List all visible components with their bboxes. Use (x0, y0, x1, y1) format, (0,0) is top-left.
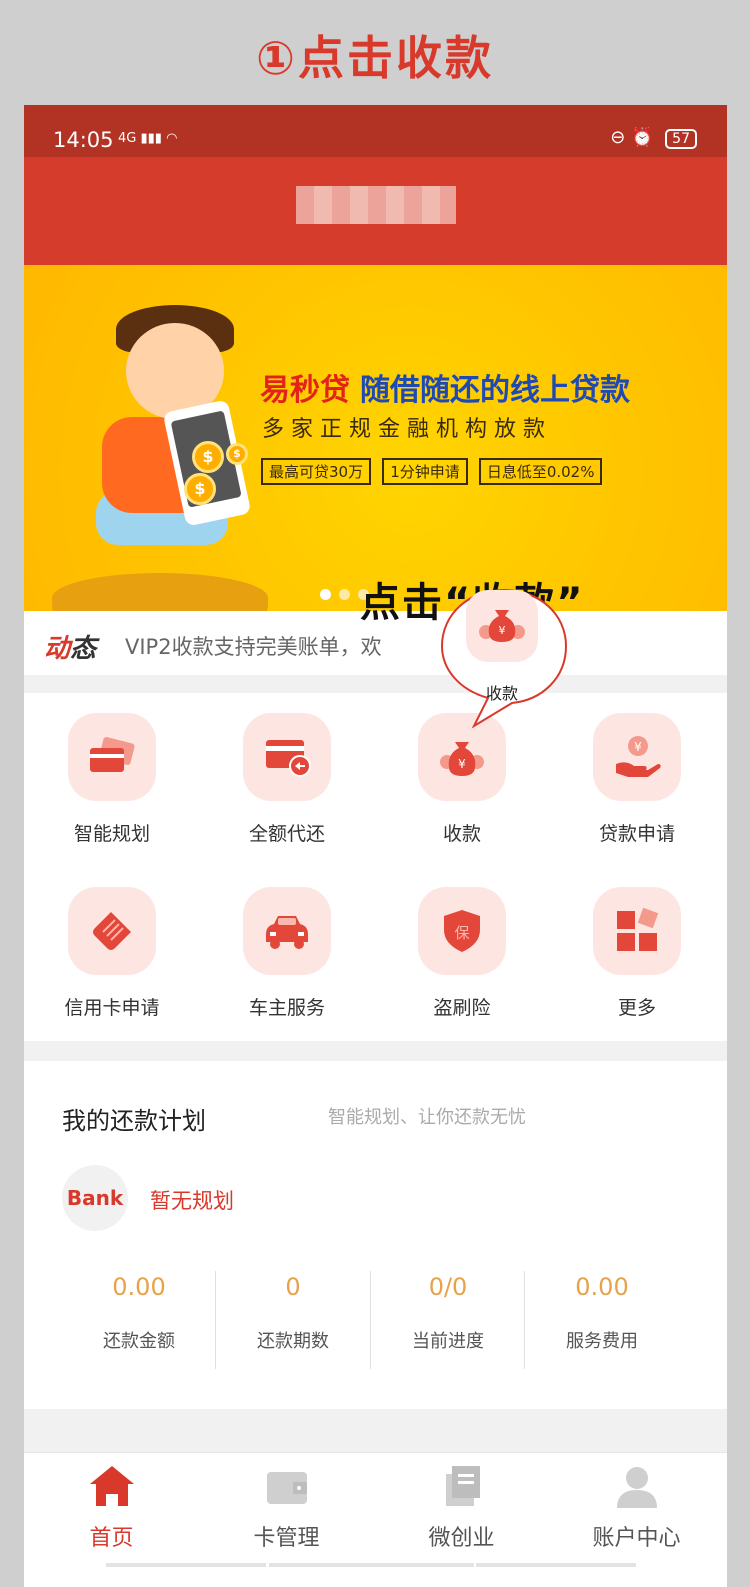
phone-screen: 14:05 4G ▮▮▮ ◠ ⊖ ⏰ 57 $ $ $ 易秒贷 随借随还的线上贷款… (24, 105, 727, 1587)
grid-item-smart-plan[interactable]: 智能规划 (24, 713, 200, 846)
grid-item-loan-apply[interactable]: ¥ 贷款申请 (549, 713, 725, 846)
stat-service-fee: 0.00 服务费用 (566, 1273, 638, 1352)
car-icon (243, 887, 331, 975)
card-pen-icon (68, 887, 156, 975)
plan-empty-text: 暂无规划 (150, 1189, 234, 1213)
tab-home[interactable]: 首页 (24, 1453, 199, 1552)
repayment-plan-card[interactable]: 我的还款计划 智能规划、让你还款无忧 Bank 暂无规划 0.00 还款金额 0… (24, 1061, 727, 1409)
svg-text:¥: ¥ (458, 757, 466, 771)
banner-subline: 多家正规金融机构放款 (262, 417, 553, 442)
alarm-icon: ⏰ (631, 127, 654, 148)
lock-icon: ⊖ (610, 127, 626, 148)
grid-item-full-repay[interactable]: 全额代还 (199, 713, 375, 846)
banner-tag: 1分钟申请 (382, 458, 468, 485)
user-icon (616, 1467, 657, 1508)
banner-headline: 易秒贷 随借随还的线上贷款 (260, 373, 630, 408)
bank-logo: Bank (62, 1165, 128, 1231)
news-text: VIP2收款支持完美账单，欢 (125, 635, 382, 659)
banner-tag: 最高可贷30万 (261, 458, 372, 485)
svg-text:保: 保 (454, 924, 469, 942)
battery-icon: 57 (665, 129, 697, 149)
gesture-bar (106, 1563, 266, 1567)
coin-icon: $ (184, 473, 216, 505)
stat-repay-periods: 0 还款期数 (257, 1273, 329, 1352)
coin-icon: $ (192, 441, 224, 473)
stat-progress: 0/0 当前进度 (412, 1273, 484, 1352)
grid-item-fraud-insurance[interactable]: 保 盗刷险 (374, 887, 550, 1020)
feature-grid: 智能规划 全额代还 ¥ 收款 ¥ 贷款申请 信用卡申请 车主服务 保 盗刷险 更… (24, 693, 727, 1041)
plan-subtitle: 智能规划、让你还款无忧 (328, 1107, 526, 1128)
shield-icon: 保 (418, 887, 506, 975)
bottom-tab-bar: 首页 卡管理 微创业 账户中心 (24, 1452, 727, 1587)
grid-item-card-apply[interactable]: 信用卡申请 (24, 887, 200, 1020)
banner-tags: 最高可贷30万 1分钟申请 日息低至0.02% (261, 458, 608, 485)
document-icon (445, 1466, 480, 1506)
svg-text:¥: ¥ (634, 740, 642, 754)
hand-coin-icon: ¥ (593, 713, 681, 801)
stat-repay-amount: 0.00 还款金额 (103, 1273, 175, 1352)
step-title: ①点击收款 (256, 31, 494, 85)
cards-icon (68, 713, 156, 801)
coin-icon: $ (226, 443, 248, 465)
banner-tag: 日息低至0.02% (478, 458, 603, 485)
plan-title: 我的还款计划 (62, 1107, 206, 1135)
promo-banner[interactable]: $ $ $ 易秒贷 随借随还的线上贷款 多家正规金融机构放款 最高可贷30万 1分… (24, 265, 727, 623)
grid-item-more[interactable]: 更多 (549, 887, 725, 1020)
home-icon (89, 1466, 134, 1506)
tab-account[interactable]: 账户中心 (549, 1453, 724, 1552)
grid-item-collect-payment[interactable]: ¥ 收款 (374, 713, 550, 846)
status-time: 14:05 (53, 128, 114, 152)
money-bag-icon: ¥ (466, 590, 538, 662)
status-bar: 14:05 4G ▮▮▮ ◠ ⊖ ⏰ 57 (24, 105, 727, 157)
signal-icon: 4G ▮▮▮ ◠ (118, 131, 178, 146)
wallet-icon (266, 1472, 307, 1504)
grid-item-car-service[interactable]: 车主服务 (199, 887, 375, 1020)
status-icons: ⊖ ⏰ 57 (610, 127, 697, 149)
bubble-label: 收款 (485, 684, 518, 703)
more-icon (593, 887, 681, 975)
tab-startup[interactable]: 微创业 (374, 1453, 549, 1552)
blurred-app-title (296, 186, 456, 224)
card-return-icon (243, 713, 331, 801)
gesture-bar (476, 1563, 636, 1567)
tab-card-manage[interactable]: 卡管理 (199, 1453, 374, 1552)
news-tag: 动态 (44, 634, 97, 664)
svg-text:¥: ¥ (499, 624, 506, 637)
app-bar (24, 157, 727, 265)
gesture-bar (269, 1563, 474, 1567)
